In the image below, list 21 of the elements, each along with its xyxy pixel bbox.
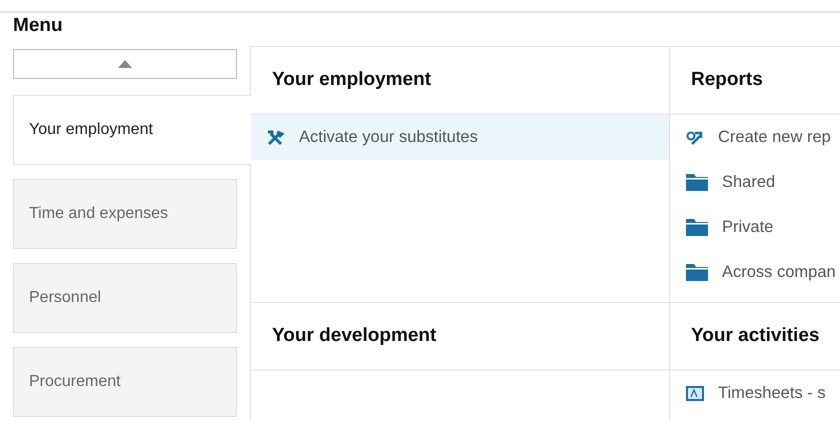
section-title: Reports bbox=[691, 69, 763, 91]
section-title: Your development bbox=[272, 325, 436, 347]
menu-tab[interactable]: Personnel bbox=[13, 263, 237, 333]
folder-icon bbox=[686, 264, 708, 281]
menu-link[interactable]: Create new rep bbox=[670, 115, 840, 160]
menu-tab[interactable]: Time and expenses bbox=[13, 179, 237, 249]
menu-link[interactable]: Across compan bbox=[670, 250, 840, 295]
menu-tab[interactable]: Your employment bbox=[13, 95, 251, 165]
menu-link[interactable]: Activate your substitutes bbox=[251, 115, 669, 160]
menu-title: Menu bbox=[13, 15, 64, 38]
menu-tab[interactable]: Procurement bbox=[13, 347, 237, 417]
document-icon bbox=[686, 386, 704, 402]
folder-icon bbox=[686, 174, 708, 191]
scroll-up-button[interactable] bbox=[13, 49, 237, 79]
menu-link[interactable]: Private bbox=[670, 205, 840, 250]
menu-link[interactable]: Timesheets - s bbox=[670, 371, 840, 416]
section-title: Your activities bbox=[691, 325, 820, 347]
folder-icon bbox=[686, 219, 708, 236]
menu-link[interactable]: Shared bbox=[670, 160, 840, 205]
section-title: Your employment bbox=[272, 69, 432, 91]
up-arrow-icon bbox=[118, 60, 132, 68]
